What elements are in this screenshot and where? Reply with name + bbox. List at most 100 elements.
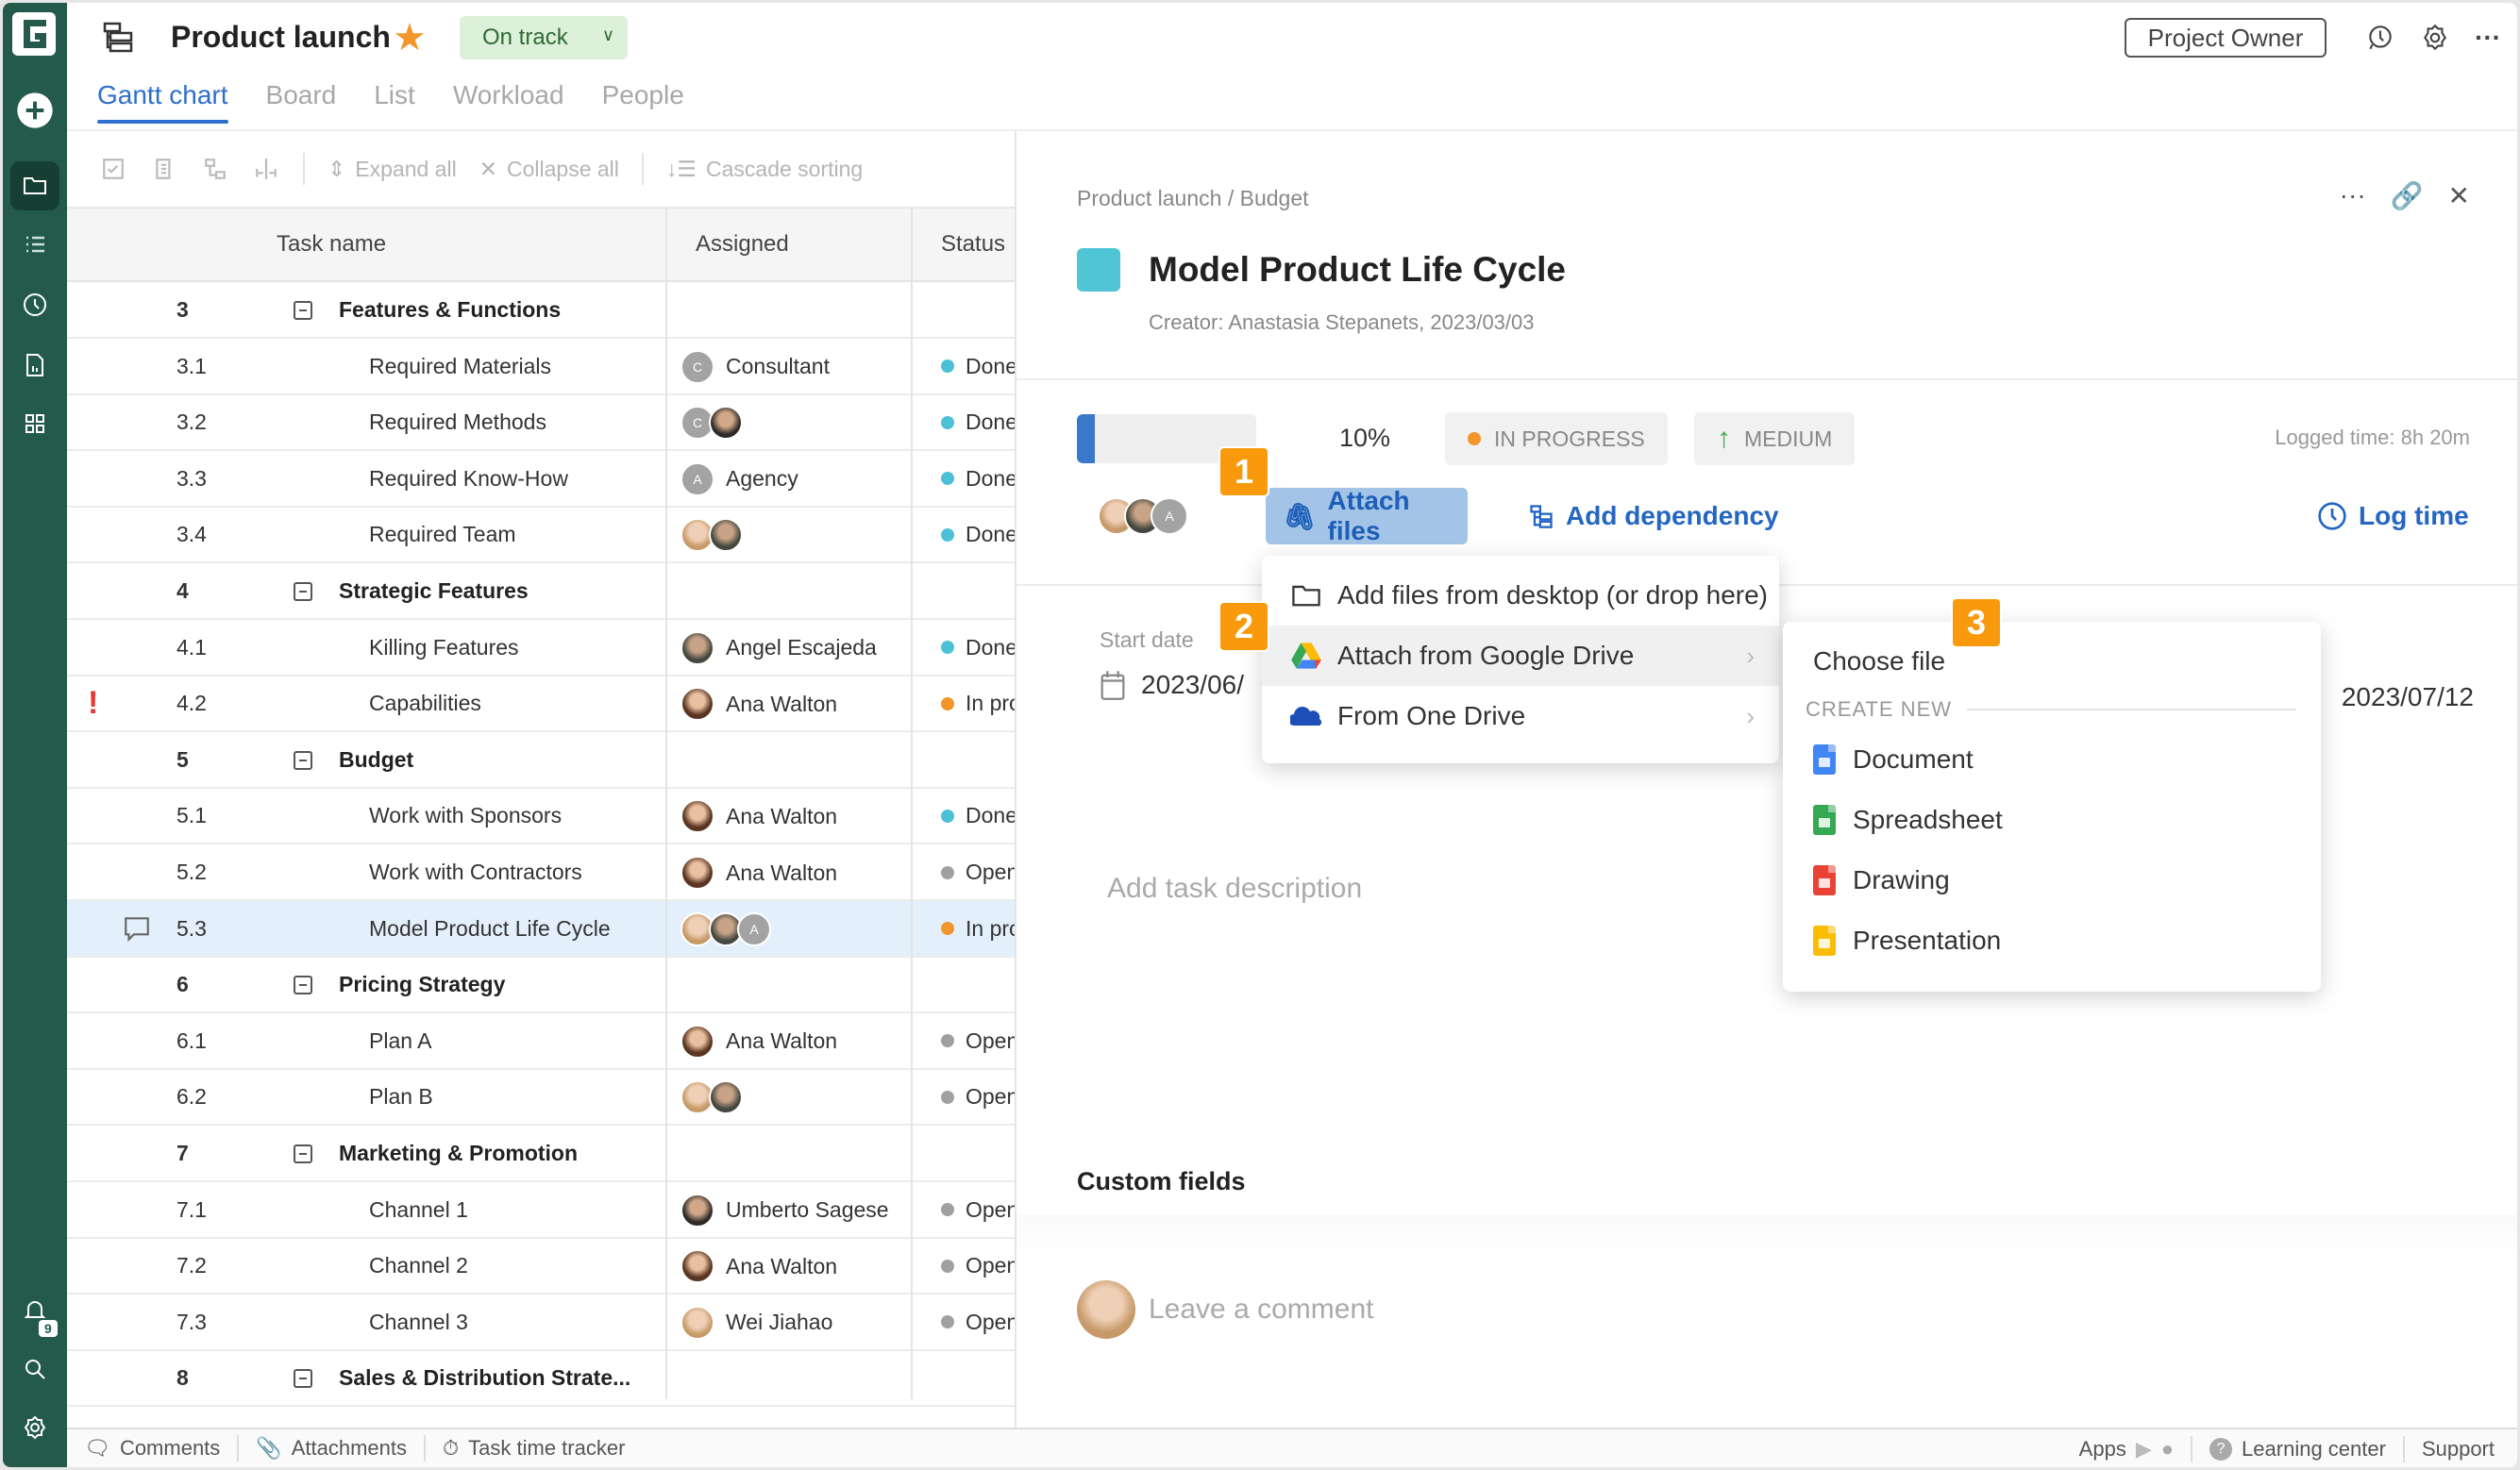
assignee-cell[interactable]: Wei Jiahao xyxy=(680,1305,832,1340)
table-row[interactable]: 5.3 Model Product Life Cycle A In progress xyxy=(67,900,1015,958)
sidebar-item-tasks[interactable] xyxy=(10,220,59,269)
task-priority-chip[interactable]: ↑ MEDIUM xyxy=(1694,412,1856,465)
time-tracker-button[interactable]: ⏱ Task time tracker xyxy=(426,1435,642,1462)
table-row[interactable]: 6.2 Plan B Open xyxy=(67,1069,1015,1127)
project-role-button[interactable]: Project Owner xyxy=(2125,18,2327,58)
attachments-button[interactable]: 📎 Attachments xyxy=(239,1435,426,1462)
collapse-toggle-icon[interactable] xyxy=(294,1369,312,1389)
table-row[interactable]: 5.1 Work with Sponsors Ana Walton Done xyxy=(67,788,1015,845)
comment-box[interactable]: Leave a comment xyxy=(1077,1280,1373,1339)
assignee-cell[interactable]: C Consultant xyxy=(680,349,830,384)
table-row-group[interactable]: 8 Sales & Distribution Strate... xyxy=(67,1350,1015,1408)
project-status-dropdown[interactable]: On track ∨ xyxy=(460,16,628,59)
assignee-cell[interactable] xyxy=(680,1080,754,1115)
notifications-button[interactable]: 9 xyxy=(10,1286,59,1337)
create-presentation-item[interactable]: Presentation xyxy=(1813,926,2001,956)
assignee-cell[interactable]: Ana Walton xyxy=(680,1249,837,1284)
task-assignees[interactable]: A xyxy=(1098,497,1188,535)
status-cell[interactable]: Done xyxy=(941,635,1015,660)
comment-icon[interactable] xyxy=(122,914,152,944)
column-header-task-name[interactable]: Task name xyxy=(277,231,386,258)
assignee-cell[interactable]: Umberto Sagese xyxy=(680,1193,889,1228)
assignee-cell[interactable]: C xyxy=(680,406,754,441)
sidebar-item-reports[interactable] xyxy=(10,341,59,390)
status-cell[interactable]: Done xyxy=(941,466,1015,492)
task-title[interactable]: Model Product Life Cycle xyxy=(1149,250,1566,290)
task-name[interactable]: Features & Functions xyxy=(339,297,561,323)
baseline-icon[interactable] xyxy=(252,155,280,183)
tab-list[interactable]: List xyxy=(374,80,415,120)
tab-workload[interactable]: Workload xyxy=(453,80,564,120)
task-name[interactable]: Required Materials xyxy=(369,354,551,379)
task-name[interactable]: Required Know-How xyxy=(369,466,568,492)
task-name[interactable]: Budget xyxy=(339,747,413,773)
collapse-toggle-icon[interactable] xyxy=(294,976,312,995)
due-date-value[interactable]: 2023/07/12 xyxy=(2342,682,2474,712)
cascade-sorting-button[interactable]: ↓☰ Cascade sorting xyxy=(666,157,863,182)
task-name[interactable]: Plan B xyxy=(369,1084,433,1110)
status-cell[interactable]: Done xyxy=(941,409,1015,435)
status-cell[interactable]: In progress xyxy=(941,916,1015,942)
more-options-icon[interactable]: ··· xyxy=(2340,180,2366,211)
table-row[interactable]: 5.2 Work with Contractors Ana Walton Open xyxy=(67,844,1015,901)
task-name[interactable]: Channel 3 xyxy=(369,1310,468,1335)
table-row[interactable]: 3.2 Required Methods C Done xyxy=(67,394,1015,452)
task-name[interactable]: Work with Sponsors xyxy=(369,803,562,828)
assignee-cell[interactable]: Ana Walton xyxy=(680,799,837,834)
table-row-group[interactable]: 3 Features & Functions xyxy=(67,282,1015,339)
settings-button[interactable] xyxy=(10,1403,59,1452)
status-cell[interactable]: Done xyxy=(941,354,1015,379)
task-name[interactable]: Strategic Features xyxy=(339,578,529,604)
task-name[interactable]: Channel 2 xyxy=(369,1253,468,1278)
breadcrumb[interactable]: Product launch / Budget xyxy=(1077,186,1309,211)
table-row[interactable]: 3.3 Required Know-How A Agency Done xyxy=(67,451,1015,508)
table-row[interactable]: ! 4.2 Capabilities Ana Walton In progress xyxy=(67,676,1015,733)
column-header-assigned[interactable]: Assigned xyxy=(696,231,789,258)
tab-board[interactable]: Board xyxy=(266,80,337,120)
status-cell[interactable]: Open xyxy=(941,860,1015,885)
critical-path-icon[interactable] xyxy=(150,155,178,183)
create-drawing-item[interactable]: Drawing xyxy=(1813,865,1950,895)
dependencies-icon[interactable] xyxy=(201,155,229,183)
status-cell[interactable]: Done xyxy=(941,522,1015,547)
menu-item-onedrive[interactable]: From One Drive › xyxy=(1262,686,1779,746)
add-dependency-button[interactable]: Add dependency xyxy=(1528,488,1779,544)
column-header-status[interactable]: Status xyxy=(941,231,1005,258)
apple-icon[interactable]: ● xyxy=(2161,1437,2174,1462)
menu-item-google-drive[interactable]: Attach from Google Drive › xyxy=(1262,626,1779,686)
assignee-cell[interactable]: Ana Walton xyxy=(680,1024,837,1059)
task-name[interactable]: Marketing & Promotion xyxy=(339,1141,578,1166)
sidebar-item-time[interactable] xyxy=(10,280,59,329)
expand-all-button[interactable]: ⇕ Expand all xyxy=(328,157,457,182)
create-button[interactable] xyxy=(10,86,59,135)
status-cell[interactable]: In progress xyxy=(941,691,1015,716)
task-name[interactable]: Capabilities xyxy=(369,691,481,716)
collapse-toggle-icon[interactable] xyxy=(294,582,312,601)
task-name[interactable]: Killing Features xyxy=(369,635,519,660)
google-play-icon[interactable]: ▶ xyxy=(2136,1437,2152,1462)
task-description-input[interactable]: Add task description xyxy=(1107,873,1362,905)
support-link[interactable]: Support xyxy=(2405,1436,2512,1462)
assignee-cell[interactable] xyxy=(680,518,754,553)
learning-center-link[interactable]: ? Learning center xyxy=(2192,1436,2405,1462)
status-cell[interactable]: Open xyxy=(941,1084,1015,1110)
task-name[interactable]: Work with Contractors xyxy=(369,860,582,885)
task-name[interactable]: Sales & Distribution Strate... xyxy=(339,1365,630,1391)
status-cell[interactable]: Open xyxy=(941,1028,1015,1054)
task-name[interactable]: Plan A xyxy=(369,1028,432,1054)
table-row[interactable]: 6.1 Plan A Ana Walton Open xyxy=(67,1013,1015,1070)
collapse-all-button[interactable]: ✕ Collapse all xyxy=(479,157,619,182)
choose-file-item[interactable]: Choose file xyxy=(1813,646,1945,677)
comment-input[interactable]: Leave a comment xyxy=(1149,1294,1373,1326)
table-row[interactable]: 3.4 Required Team Done xyxy=(67,507,1015,564)
tab-people[interactable]: People xyxy=(602,80,684,120)
create-spreadsheet-item[interactable]: Spreadsheet xyxy=(1813,805,2003,835)
app-logo-icon[interactable] xyxy=(10,10,58,58)
task-color-swatch[interactable] xyxy=(1077,248,1120,292)
table-row-group[interactable]: 5 Budget xyxy=(67,732,1015,789)
start-date-field[interactable]: 2023/06/ xyxy=(1100,669,1244,701)
status-cell[interactable]: Open xyxy=(941,1253,1015,1278)
menu-item-add-from-desktop[interactable]: Add files from desktop (or drop here) xyxy=(1262,565,1779,626)
task-name[interactable]: Required Team xyxy=(369,522,516,547)
create-document-item[interactable]: Document xyxy=(1813,744,1974,775)
